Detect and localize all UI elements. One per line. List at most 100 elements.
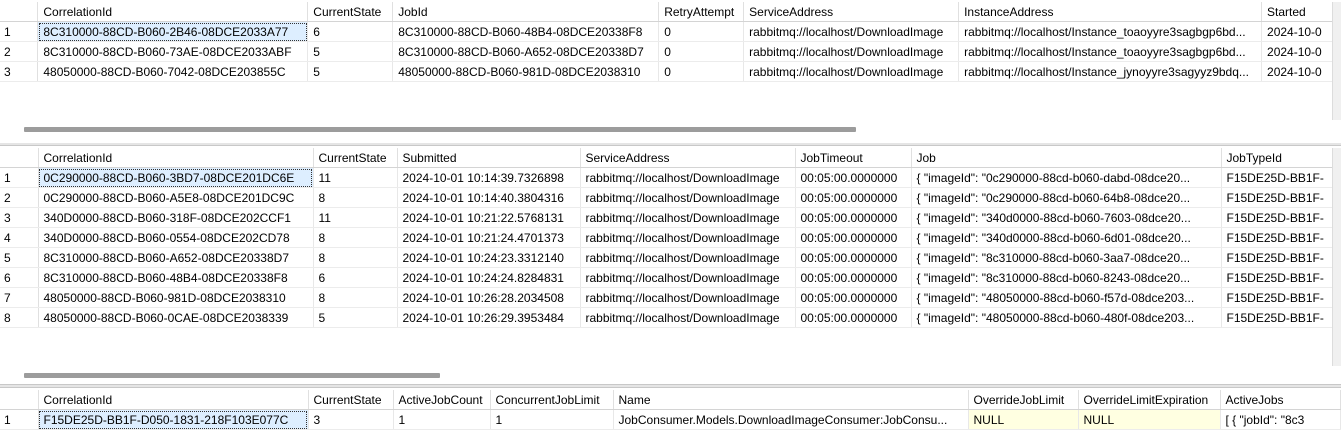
- table-row[interactable]: 8 48050000-88CD-B060-0CAE-08DCE2038339 5 20…: [0, 307, 1333, 328]
- row-number-cell[interactable]: 1: [0, 409, 39, 430]
- table-cell[interactable]: F15DE25D-BB1F-: [1221, 307, 1333, 328]
- table-cell[interactable]: F15DE25D-BB1F-: [1221, 167, 1333, 188]
- table-cell[interactable]: 00:05:00.0000000: [795, 187, 912, 208]
- table-cell[interactable]: 2024-10-01 10:26:28.2034508: [397, 287, 581, 308]
- table-cell[interactable]: 2024-10-0: [1261, 41, 1341, 62]
- column-header-instanceaddress[interactable]: InstanceAddress: [958, 2, 1263, 22]
- table-cell[interactable]: 1: [490, 409, 614, 430]
- column-header-overridelimitexpiration[interactable]: OverrideLimitExpiration: [1078, 390, 1221, 410]
- row-number-cell[interactable]: 3: [0, 61, 39, 82]
- table-row[interactable]: 4 340D0000-88CD-B060-0554-08DCE202CD78 8 20…: [0, 227, 1333, 248]
- table-cell[interactable]: 2024-10-01 10:14:39.7326898: [397, 167, 581, 188]
- row-number-cell[interactable]: 3: [0, 207, 39, 228]
- table-row[interactable]: 1 0C290000-88CD-B060-3BD7-08DCE201DC6E 11 2…: [0, 167, 1333, 188]
- table-cell[interactable]: 340D0000-88CD-B060-318F-08DCE202CCF1: [38, 207, 314, 228]
- table-cell[interactable]: 8C310000-88CD-B060-A652-08DCE20338D7: [392, 41, 660, 62]
- table-cell[interactable]: 8C310000-88CD-B060-A652-08DCE20338D7: [38, 247, 314, 268]
- row-number-cell[interactable]: 7: [0, 287, 39, 308]
- column-header-currentstate[interactable]: CurrentState: [313, 148, 398, 168]
- table-cell[interactable]: rabbitmq://localhost/Instance_toaoyyre3s…: [958, 21, 1263, 42]
- table-cell[interactable]: 3: [308, 409, 394, 430]
- row-number-cell[interactable]: 1: [0, 21, 39, 42]
- table-cell[interactable]: 8: [313, 227, 398, 248]
- table-cell[interactable]: 48050000-88CD-B060-7042-08DCE203855C: [37, 61, 309, 82]
- column-header-job[interactable]: Job: [911, 148, 1222, 168]
- column-header-overridejoblimit[interactable]: OverrideJobLimit: [968, 390, 1079, 410]
- table-cell[interactable]: 6: [307, 21, 394, 42]
- row-number-cell[interactable]: 6: [0, 267, 39, 288]
- row-number-header[interactable]: [0, 390, 39, 410]
- table-cell[interactable]: 00:05:00.0000000: [795, 207, 912, 228]
- table-cell[interactable]: JobConsumer.Models.DownloadImageConsumer…: [613, 409, 969, 430]
- scrollbar-thumb[interactable]: [24, 373, 440, 378]
- table-cell[interactable]: 1: [393, 409, 491, 430]
- column-header-jobtimeout[interactable]: JobTimeout: [795, 148, 912, 168]
- column-header-activejobs[interactable]: ActiveJobs: [1220, 390, 1341, 410]
- table-cell[interactable]: 8: [313, 187, 398, 208]
- column-header-serviceaddress[interactable]: ServiceAddress: [580, 148, 796, 168]
- row-number-cell[interactable]: 2: [0, 41, 39, 62]
- table-cell[interactable]: 00:05:00.0000000: [795, 247, 912, 268]
- table-cell[interactable]: 5: [307, 61, 394, 82]
- row-number-cell[interactable]: 2: [0, 187, 39, 208]
- column-header-currentstate[interactable]: CurrentState: [307, 2, 394, 22]
- table-row[interactable]: 7 48050000-88CD-B060-981D-08DCE2038310 8 20…: [0, 287, 1333, 308]
- column-header-concurrentjoblimit[interactable]: ConcurrentJobLimit: [490, 390, 614, 410]
- table-cell[interactable]: 00:05:00.0000000: [795, 307, 912, 328]
- table-row[interactable]: 3 48050000-88CD-B060-7042-08DCE203855C 5 48…: [0, 61, 1341, 82]
- table-cell[interactable]: 0C290000-88CD-B060-3BD7-08DCE201DC6E: [38, 167, 314, 188]
- column-header-correlationid[interactable]: CorrelationId: [38, 390, 309, 410]
- table-cell[interactable]: 00:05:00.0000000: [795, 167, 912, 188]
- table-cell[interactable]: 5: [307, 41, 394, 62]
- table-cell[interactable]: 0C290000-88CD-B060-A5E8-08DCE201DC9C: [38, 187, 314, 208]
- table-cell[interactable]: 2024-10-0: [1261, 21, 1341, 42]
- column-header-name[interactable]: Name: [613, 390, 969, 410]
- table-cell[interactable]: 8C310000-88CD-B060-2B46-08DCE2033A77: [37, 21, 309, 42]
- table-cell[interactable]: F15DE25D-BB1F-: [1221, 227, 1333, 248]
- table-cell[interactable]: 48050000-88CD-B060-0CAE-08DCE2038339: [38, 307, 314, 328]
- table-cell[interactable]: rabbitmq://localhost/DownloadImage: [580, 247, 796, 268]
- table-cell[interactable]: 5: [313, 307, 398, 328]
- table-row[interactable]: 1 F15DE25D-BB1F-D050-1831-218F103E077C 3 1 1…: [0, 409, 1341, 430]
- table-cell[interactable]: 2024-10-0: [1261, 61, 1341, 82]
- table-cell[interactable]: rabbitmq://localhost/DownloadImage: [743, 61, 960, 82]
- table-row[interactable]: 1 8C310000-88CD-B060-2B46-08DCE2033A77 6 8C…: [0, 21, 1341, 42]
- table-cell[interactable]: 00:05:00.0000000: [795, 287, 912, 308]
- table-row[interactable]: 5 8C310000-88CD-B060-A652-08DCE20338D7 8 20…: [0, 247, 1333, 268]
- table-row[interactable]: 2 8C310000-88CD-B060-73AE-08DCE2033ABF 5 8C…: [0, 41, 1341, 62]
- table-cell[interactable]: 0: [658, 41, 745, 62]
- table-cell[interactable]: 2024-10-01 10:21:24.4701373: [397, 227, 581, 248]
- table-cell[interactable]: 0: [658, 61, 745, 82]
- table-cell[interactable]: 8: [313, 287, 398, 308]
- table-cell[interactable]: 8C310000-88CD-B060-73AE-08DCE2033ABF: [37, 41, 309, 62]
- table-cell[interactable]: 0: [658, 21, 745, 42]
- table-cell[interactable]: rabbitmq://localhost/DownloadImage: [580, 207, 796, 228]
- table-cell[interactable]: { "imageId": "48050000-88cd-b060-f57d-08…: [911, 287, 1222, 308]
- table-cell[interactable]: NULL: [1078, 409, 1221, 430]
- table-cell[interactable]: rabbitmq://localhost/DownloadImage: [743, 21, 960, 42]
- table-cell[interactable]: { "imageId": "48050000-88cd-b060-480f-08…: [911, 307, 1222, 328]
- row-number-cell[interactable]: 4: [0, 227, 39, 248]
- table-cell[interactable]: rabbitmq://localhost/Instance_jynoyyre3s…: [958, 61, 1263, 82]
- table-cell[interactable]: 00:05:00.0000000: [795, 227, 912, 248]
- table-cell[interactable]: { "imageId": "0c290000-88cd-b060-dabd-08…: [911, 167, 1222, 188]
- table-cell[interactable]: rabbitmq://localhost/DownloadImage: [580, 187, 796, 208]
- row-number-cell[interactable]: 1: [0, 167, 39, 188]
- table-cell[interactable]: NULL: [968, 409, 1079, 430]
- scrollbar-thumb[interactable]: [24, 127, 856, 132]
- table-row[interactable]: 3 340D0000-88CD-B060-318F-08DCE202CCF1 11 2…: [0, 207, 1333, 228]
- table-cell[interactable]: rabbitmq://localhost/DownloadImage: [580, 167, 796, 188]
- column-header-correlationid[interactable]: CorrelationId: [38, 148, 314, 168]
- table-cell[interactable]: 48050000-88CD-B060-981D-08DCE2038310: [392, 61, 660, 82]
- row-number-cell[interactable]: 8: [0, 307, 39, 328]
- table-cell[interactable]: F15DE25D-BB1F-: [1221, 267, 1333, 288]
- column-header-submitted[interactable]: Submitted: [397, 148, 581, 168]
- column-header-retryattempt[interactable]: RetryAttempt: [658, 2, 745, 22]
- table-cell[interactable]: 8C310000-88CD-B060-48B4-08DCE20338F8: [392, 21, 660, 42]
- table-cell[interactable]: 8: [313, 247, 398, 268]
- column-header-activejobcount[interactable]: ActiveJobCount: [393, 390, 491, 410]
- table-cell[interactable]: 00:05:00.0000000: [795, 267, 912, 288]
- column-header-jobid[interactable]: JobId: [392, 2, 660, 22]
- horizontal-scrollbar[interactable]: [5, 371, 1330, 380]
- vertical-scrollbar[interactable]: [1332, 148, 1341, 366]
